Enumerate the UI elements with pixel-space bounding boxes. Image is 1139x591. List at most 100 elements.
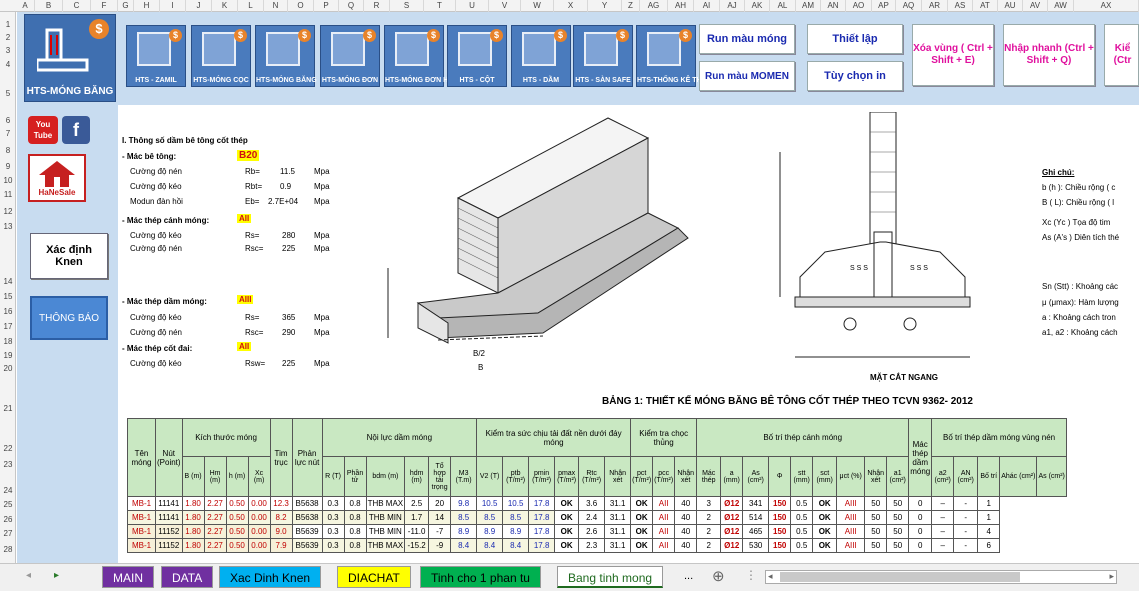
b20-value[interactable]: B20 (237, 150, 260, 161)
tool-hts-th-ng-k-th-p[interactable]: $ HTS-THỐNG KÊ THÉP (636, 25, 711, 87)
column-header[interactable]: B (35, 0, 63, 12)
table-cell[interactable]: 8.4 (502, 538, 530, 553)
table-cell[interactable]: 0.8 (343, 496, 367, 511)
column-header[interactable]: T (424, 0, 456, 12)
tab-diachat[interactable]: DIACHAT (337, 566, 411, 588)
table-cell[interactable]: AII (652, 538, 676, 553)
table-cell[interactable]: - (953, 496, 979, 511)
table-cell[interactable]: 11141 (155, 510, 183, 525)
table-cell[interactable]: 50 (864, 538, 888, 553)
table-cell[interactable]: 2 (696, 538, 722, 553)
table-cell[interactable]: 0.00 (247, 524, 271, 539)
column-header[interactable]: N (264, 0, 288, 12)
column-header[interactable]: AM (796, 0, 821, 12)
row-header[interactable]: 27 (0, 529, 16, 538)
column-header[interactable]: AN (821, 0, 846, 12)
tool-hts-d-m[interactable]: $ HTS - DẦM (511, 25, 571, 87)
column-header[interactable]: Y (588, 0, 622, 12)
column-header[interactable]: AS (948, 0, 973, 12)
row-header[interactable]: 6 (0, 116, 16, 125)
row-header[interactable]: 5 (0, 89, 16, 98)
tool-hts-s-n-safe[interactable]: $ HTS - SÀN SAFE (573, 25, 633, 87)
table-cell[interactable]: 0.00 (247, 510, 271, 525)
table-cell[interactable]: 0.5 (790, 538, 814, 553)
column-header[interactable]: H (134, 0, 160, 12)
table-cell[interactable]: THB MAX (365, 496, 406, 511)
table-cell[interactable]: 2.3 (578, 538, 606, 553)
table-cell[interactable]: 17.8 (528, 496, 556, 511)
add-sheet-icon[interactable]: ⊕ (712, 567, 725, 585)
column-header[interactable]: AX (1074, 0, 1139, 12)
table-cell[interactable]: 2.6 (578, 524, 606, 539)
thong-bao-button[interactable]: THÔNG BÁO (30, 296, 108, 340)
column-header[interactable]: S (390, 0, 424, 12)
table-cell[interactable]: 1 (977, 496, 1001, 511)
table-cell[interactable]: 11141 (155, 496, 183, 511)
tab-data[interactable]: DATA (161, 566, 214, 588)
table-cell[interactable]: 50 (886, 510, 910, 525)
table-cell[interactable]: 465 (742, 524, 770, 539)
table-cell[interactable]: AIII (836, 496, 866, 511)
table-cell[interactable]: THB MAX (365, 538, 406, 553)
table-cell[interactable]: 150 (768, 496, 792, 511)
table-cell[interactable]: 0.3 (321, 524, 345, 539)
table-cell[interactable]: – (931, 496, 955, 511)
table-cell[interactable]: 1.80 (181, 496, 205, 511)
table-cell[interactable]: - (953, 538, 979, 553)
table-cell[interactable]: 8.9 (502, 524, 530, 539)
column-header[interactable]: F (91, 0, 118, 12)
column-header[interactable]: AT (973, 0, 998, 12)
table-cell[interactable]: 0 (908, 538, 933, 553)
table-cell[interactable]: -9 (428, 538, 452, 553)
row-header[interactable]: 25 (0, 500, 16, 509)
table-cell[interactable]: 17.8 (528, 510, 556, 525)
table-cell[interactable]: B5638 (291, 496, 323, 511)
table-cell[interactable]: 3 (696, 496, 722, 511)
tab-main[interactable]: MAIN (102, 566, 154, 588)
row-header[interactable]: 22 (0, 444, 16, 453)
table-cell[interactable]: OK (554, 496, 580, 511)
table-cell[interactable]: 4 (977, 524, 1001, 539)
column-header[interactable]: AL (770, 0, 796, 12)
row-header[interactable]: 10 (0, 176, 16, 185)
table-cell[interactable]: 0.5 (790, 510, 814, 525)
table-cell[interactable]: OK (630, 510, 654, 525)
table-cell[interactable]: AII (652, 496, 676, 511)
table-cell[interactable]: 150 (768, 538, 792, 553)
table-cell[interactable]: AIII (836, 538, 866, 553)
table-cell[interactable]: 8.4 (450, 538, 478, 553)
table-row[interactable]: MB-1 11141 1.80 2.27 0.50 0.00 12.3 B5638 0.3 0.8… (127, 496, 1067, 511)
table-cell[interactable]: 10.5 (476, 496, 504, 511)
row-header[interactable]: 12 (0, 207, 16, 216)
table-cell[interactable]: OK (554, 510, 580, 525)
table-cell[interactable]: B5639 (291, 524, 323, 539)
table-cell[interactable]: 10.5 (502, 496, 530, 511)
row-header[interactable]: 3 (0, 46, 16, 55)
column-header[interactable]: J (186, 0, 212, 12)
table-cell[interactable]: OK (630, 524, 654, 539)
table-cell[interactable]: 8.5 (476, 510, 504, 525)
table-cell[interactable]: 11152 (155, 524, 183, 539)
table-cell[interactable]: 530 (742, 538, 770, 553)
table-cell[interactable]: THB MIN (365, 510, 406, 525)
table-cell[interactable]: B5639 (291, 538, 323, 553)
row-header[interactable]: 19 (0, 351, 16, 360)
column-header[interactable]: AW (1048, 0, 1074, 12)
table-cell[interactable]: 0.8 (343, 538, 367, 553)
table-cell[interactable]: -11.0 (404, 524, 430, 539)
table-cell[interactable]: 3.6 (578, 496, 606, 511)
table-cell[interactable]: 7.9 (269, 538, 293, 553)
column-header[interactable]: AG (640, 0, 668, 12)
hanesale-house-icon[interactable]: HaNeSale (28, 154, 86, 202)
table-cell[interactable]: 31.1 (604, 496, 632, 511)
table-cell[interactable]: 14 (428, 510, 452, 525)
kiem-tra-button[interactable]: Kiể (Ctr (1104, 24, 1139, 86)
tool-hts-m-ng-n[interactable]: $ HTS-MÓNG ĐƠN (320, 25, 380, 87)
aii2-value[interactable]: AII (237, 342, 252, 351)
table-cell[interactable]: 0.3 (321, 538, 345, 553)
table-cell[interactable]: 9.8 (450, 496, 478, 511)
aii-value[interactable]: AII (237, 214, 252, 223)
row-header[interactable]: 28 (0, 545, 16, 554)
tab-tinh-cho-1-phan-tu[interactable]: Tinh cho 1 phan tu (420, 566, 541, 588)
table-cell[interactable]: OK (812, 510, 838, 525)
